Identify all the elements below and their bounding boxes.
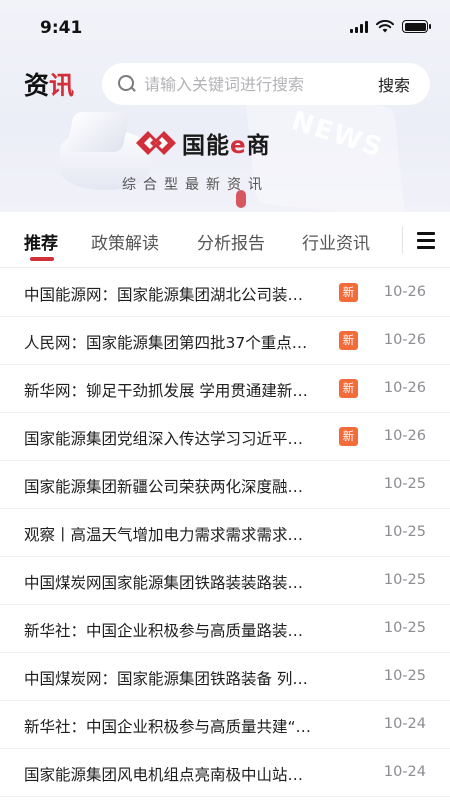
search-bar[interactable]: 搜索 [102,63,430,105]
news-date: 10-24 [383,764,426,780]
brand-name-prefix: 国能 [182,133,230,159]
news-title: 国家能源集团风电机组点亮南极中山站… [24,766,304,784]
brand-name: 国能e商 [182,126,271,160]
page-title: 资讯 [24,66,74,102]
news-list: 中国能源网：国家能源集团湖北公司装… 新 10-26 人民网：国家能源集团第四批… [0,269,450,797]
news-date: 10-25 [383,476,426,492]
news-date: 10-26 [383,284,426,300]
news-date: 10-25 [383,620,426,636]
news-title: 新华网：铆足干劲抓发展 学用贯通建新… [24,382,308,400]
new-badge: 新 [339,331,358,350]
list-item[interactable]: 国家能源集团新疆公司荣获两化深度融… 10-25 [0,461,450,509]
news-title: 国家能源集团新疆公司荣获两化深度融… [24,478,304,496]
list-item[interactable]: 国家能源集团风电机组点亮南极中山站… 10-24 [0,749,450,797]
tab-active-indicator [30,257,54,261]
menu-icon[interactable] [417,232,435,249]
decor-chart-icon [65,112,131,152]
news-title: 新华社：中国企业积极参与高质量共建“… [24,718,312,736]
news-title: 中国能源网：国家能源集团湖北公司装… [24,286,304,304]
news-date: 10-26 [383,428,426,444]
brand-logo-icon [136,131,176,155]
brand-logo-block: 国能e商 [134,126,271,160]
category-tabs: 推荐 政策解读 分析报告 行业资讯 [0,212,450,268]
list-item[interactable]: 新华社：中国企业积极参与高质量共建“… 10-24 [0,701,450,749]
list-item[interactable]: 新华社：中国企业积极参与高质量路装… 10-25 [0,605,450,653]
status-time: 9:41 [40,18,83,38]
battery-icon [402,20,431,33]
list-item[interactable]: 国家能源集团党组深入传达学习习近平… 新 10-26 [0,413,450,461]
signal-icon [350,20,368,33]
news-date: 10-25 [383,668,426,684]
list-item[interactable]: 中国能源网：国家能源集团湖北公司装… 新 10-26 [0,269,450,317]
news-date: 10-25 [383,572,426,588]
wifi-icon [376,20,394,33]
news-title: 中国煤炭网：国家能源集团铁路装备 列… [24,670,308,688]
news-date: 10-25 [383,524,426,540]
news-title: 国家能源集团党组深入传达学习习近平… [24,430,304,448]
search-button[interactable]: 搜索 [378,72,410,96]
list-item[interactable]: 中国煤炭网：国家能源集团铁路装备 列… 10-25 [0,653,450,701]
tab-policy[interactable]: 政策解读 [91,229,159,254]
news-title: 人民网：国家能源集团第四批37个重点… [24,334,308,352]
search-icon [118,75,136,93]
page-title-accent: 讯 [49,71,75,100]
new-badge: 新 [339,379,358,398]
status-icons [350,20,431,33]
news-title: 新华社：中国企业积极参与高质量路装… [24,622,304,640]
tab-analysis[interactable]: 分析报告 [197,229,265,254]
news-date: 10-26 [383,380,426,396]
news-date: 10-26 [383,332,426,348]
page-title-main: 资 [24,71,50,100]
search-input[interactable] [144,74,378,94]
list-item[interactable]: 新华网：铆足干劲抓发展 学用贯通建新… 新 10-26 [0,365,450,413]
news-title: 观察丨高温天气增加电力需求需求需求… [24,526,304,544]
new-badge: 新 [339,283,358,302]
tab-recommend[interactable]: 推荐 [24,229,58,254]
status-bar: 9:41 [0,0,450,54]
list-item[interactable]: 人民网：国家能源集团第四批37个重点… 新 10-26 [0,317,450,365]
news-title: 中国煤炭网国家能源集团铁路装装路装… [24,574,304,592]
news-date: 10-24 [383,716,426,732]
new-badge: 新 [339,427,358,446]
brand-name-e: e [230,133,247,159]
brand-name-suffix: 商 [246,133,271,159]
tab-divider [402,226,403,254]
list-item[interactable]: 观察丨高温天气增加电力需求需求需求… 10-25 [0,509,450,557]
brand-slogan: 综合型最新资讯 [122,177,269,193]
list-item[interactable]: 中国煤炭网国家能源集团铁路装装路装… 10-25 [0,557,450,605]
tab-industry[interactable]: 行业资讯 [302,229,370,254]
